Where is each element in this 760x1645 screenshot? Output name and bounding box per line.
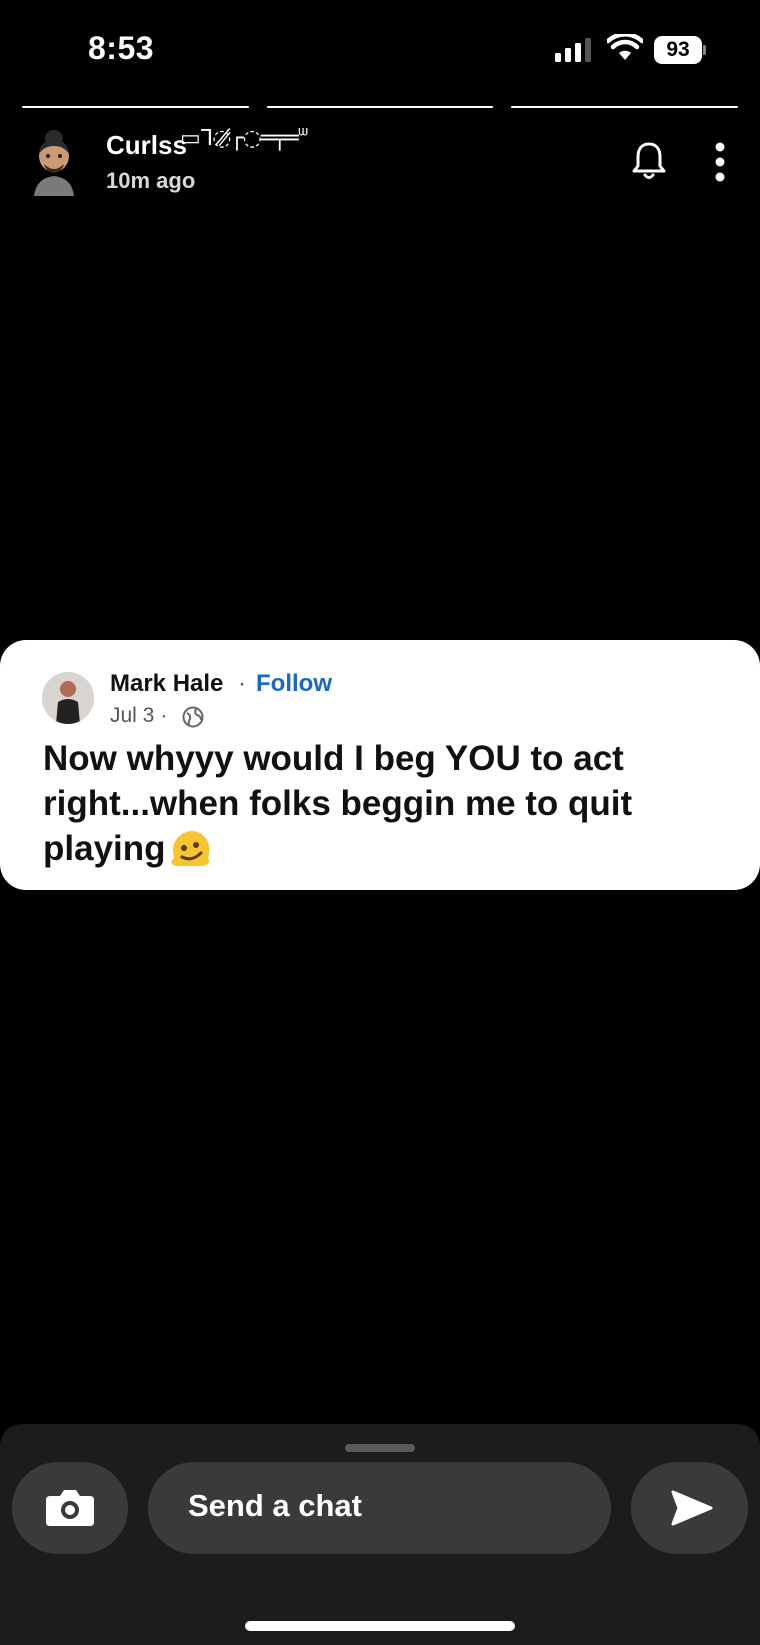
chat-input-placeholder: Send a chat xyxy=(188,1488,362,1523)
story-progress-segment xyxy=(22,106,249,108)
wifi-icon xyxy=(607,34,643,60)
story-header: Curlss ▭ᒣ◌̸̷┌◌═╤═ᐜ 10m ago xyxy=(0,124,760,204)
shared-post-card[interactable]: Mark Hale · Follow Jul 3 · Now whyyy wou… xyxy=(0,640,760,890)
post-text-content: Now whyyy would I beg YOU to act right..… xyxy=(43,739,633,868)
post-author-separator: · xyxy=(238,670,246,697)
camera-icon xyxy=(46,1490,94,1526)
story-author-name[interactable]: Curlss xyxy=(106,130,187,161)
camera-button[interactable] xyxy=(12,1462,128,1554)
melting-face-emoji xyxy=(170,830,209,866)
post-author-avatar xyxy=(42,672,94,724)
send-button[interactable] xyxy=(631,1462,748,1554)
home-indicator xyxy=(245,1621,515,1631)
bell-icon[interactable] xyxy=(630,140,668,182)
post-author-name[interactable]: Mark Hale xyxy=(110,670,223,698)
chat-input[interactable]: Send a chat xyxy=(148,1462,611,1554)
bitmoji-avatar[interactable] xyxy=(30,128,78,196)
drag-handle[interactable] xyxy=(345,1444,415,1452)
follow-link[interactable]: Follow xyxy=(256,670,332,698)
author-name-decoration: ▭ᒣ◌̸̷┌◌═╤═ᐜ xyxy=(180,126,308,151)
more-vertical-icon[interactable] xyxy=(712,142,728,182)
story-progress-segment xyxy=(511,106,739,108)
post-text: Now whyyy would I beg YOU to act right..… xyxy=(43,736,723,871)
chat-bar: Send a chat xyxy=(0,1424,760,1645)
status-time: 8:53 xyxy=(88,30,155,66)
battery-level: 93 xyxy=(654,36,702,64)
cellular-signal-icon xyxy=(555,38,591,62)
globe-icon xyxy=(182,706,204,728)
status-bar: 8:53 93 xyxy=(0,0,760,100)
story-progress-segment xyxy=(266,106,494,108)
post-date: Jul 3 · xyxy=(110,704,168,727)
send-icon xyxy=(671,1490,713,1526)
story-progress-bar xyxy=(22,106,739,109)
battery-icon: 93 xyxy=(654,36,706,64)
story-timestamp: 10m ago xyxy=(106,168,196,193)
